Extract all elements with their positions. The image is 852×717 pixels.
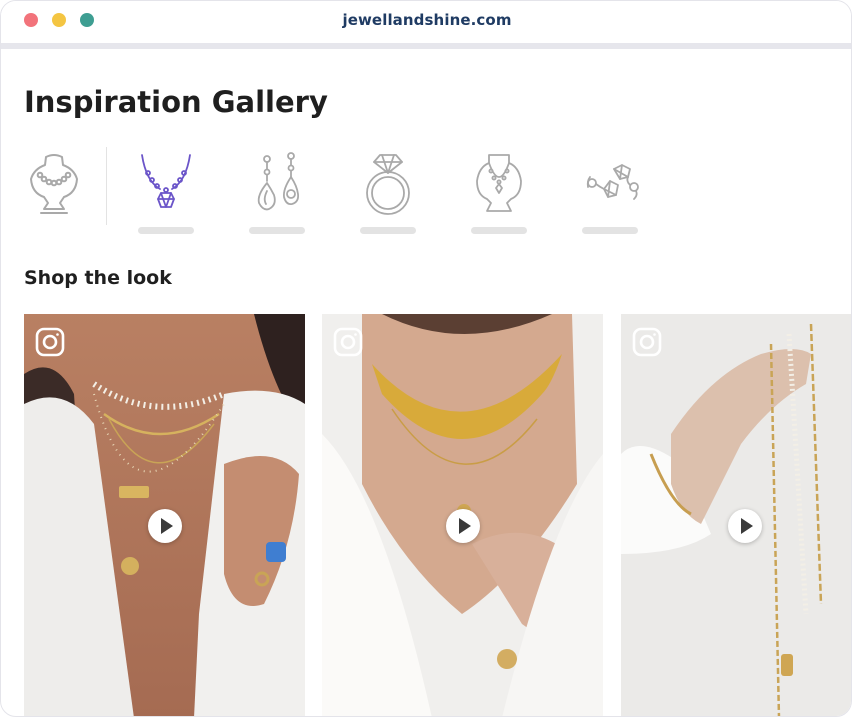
category-label-placeholder	[138, 227, 194, 234]
category-label-placeholder	[582, 227, 638, 234]
look-card-1[interactable]	[24, 314, 305, 716]
category-studs[interactable]	[575, 151, 645, 241]
address-bar-url[interactable]: jewellandshine.com	[1, 11, 851, 29]
category-chains[interactable]	[464, 151, 534, 241]
play-button[interactable]	[445, 509, 480, 543]
category-divider	[106, 147, 107, 225]
instagram-icon	[35, 327, 65, 357]
page-title: Inspiration Gallery	[24, 85, 328, 119]
title-bar: jewellandshine.com	[1, 1, 851, 49]
look-card-3[interactable]	[621, 314, 851, 716]
drop-earrings-icon	[257, 152, 300, 211]
category-earrings[interactable]	[242, 151, 312, 241]
instagram-icon	[632, 327, 662, 357]
instagram-icon	[333, 327, 363, 357]
bust-necklace-icon	[30, 154, 78, 214]
look-card-2[interactable]	[322, 314, 603, 716]
section-title: Shop the look	[24, 267, 172, 289]
browser-window: jewellandshine.com Inspiration Gallery S…	[0, 0, 852, 717]
bust-chain-necklace-icon	[476, 154, 522, 212]
category-rings[interactable]	[353, 151, 423, 241]
diamond-ring-icon	[366, 154, 410, 215]
diamond-earrings-icon	[586, 164, 639, 200]
category-necklace[interactable]	[131, 151, 201, 241]
category-bust-necklace[interactable]	[19, 151, 89, 241]
category-label-placeholder	[471, 227, 527, 234]
category-label-placeholder	[360, 227, 416, 234]
play-button[interactable]	[147, 509, 182, 543]
play-button[interactable]	[728, 509, 762, 543]
category-label-placeholder	[249, 227, 305, 234]
necklace-pendant-icon	[141, 154, 191, 208]
